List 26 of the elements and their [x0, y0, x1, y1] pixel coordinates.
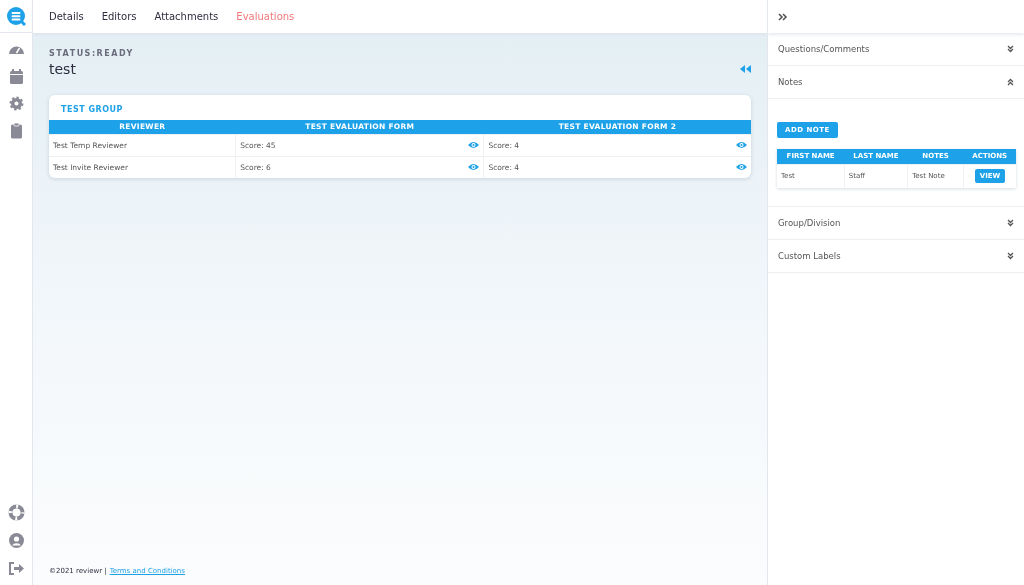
settings-icon[interactable] [7, 95, 25, 112]
user-icon[interactable] [7, 532, 25, 549]
expand-icon[interactable] [1007, 219, 1014, 227]
expand-icon[interactable] [1007, 45, 1014, 53]
collapse-icon[interactable] [1007, 78, 1014, 86]
double-left-arrow-icon[interactable] [740, 65, 751, 73]
logout-icon[interactable] [7, 560, 25, 577]
eye-icon[interactable] [468, 141, 480, 149]
tab[interactable]: Details [49, 11, 84, 22]
tab[interactable]: Editors [101, 11, 137, 22]
double-chevron-right-icon[interactable] [778, 12, 788, 21]
group-title: TEST GROUP [60, 104, 124, 116]
expand-icon[interactable] [1007, 252, 1014, 260]
calendar-icon[interactable] [7, 68, 25, 85]
eye-icon[interactable] [468, 163, 480, 172]
lifebuoy-icon[interactable] [7, 504, 25, 521]
eye-icon[interactable] [736, 141, 747, 149]
section-title[interactable]: Group/Division [778, 218, 841, 228]
status-label: STATUS:READY [49, 49, 134, 58]
section-title[interactable]: Questions/Comments [778, 44, 870, 54]
section-title[interactable]: Custom Labels [778, 251, 841, 261]
page-title: test [49, 61, 77, 77]
logo-icon[interactable] [6, 6, 26, 26]
tab[interactable]: Attachments [154, 11, 219, 22]
eye-icon[interactable] [736, 163, 747, 172]
section-title[interactable]: Notes [778, 77, 803, 87]
